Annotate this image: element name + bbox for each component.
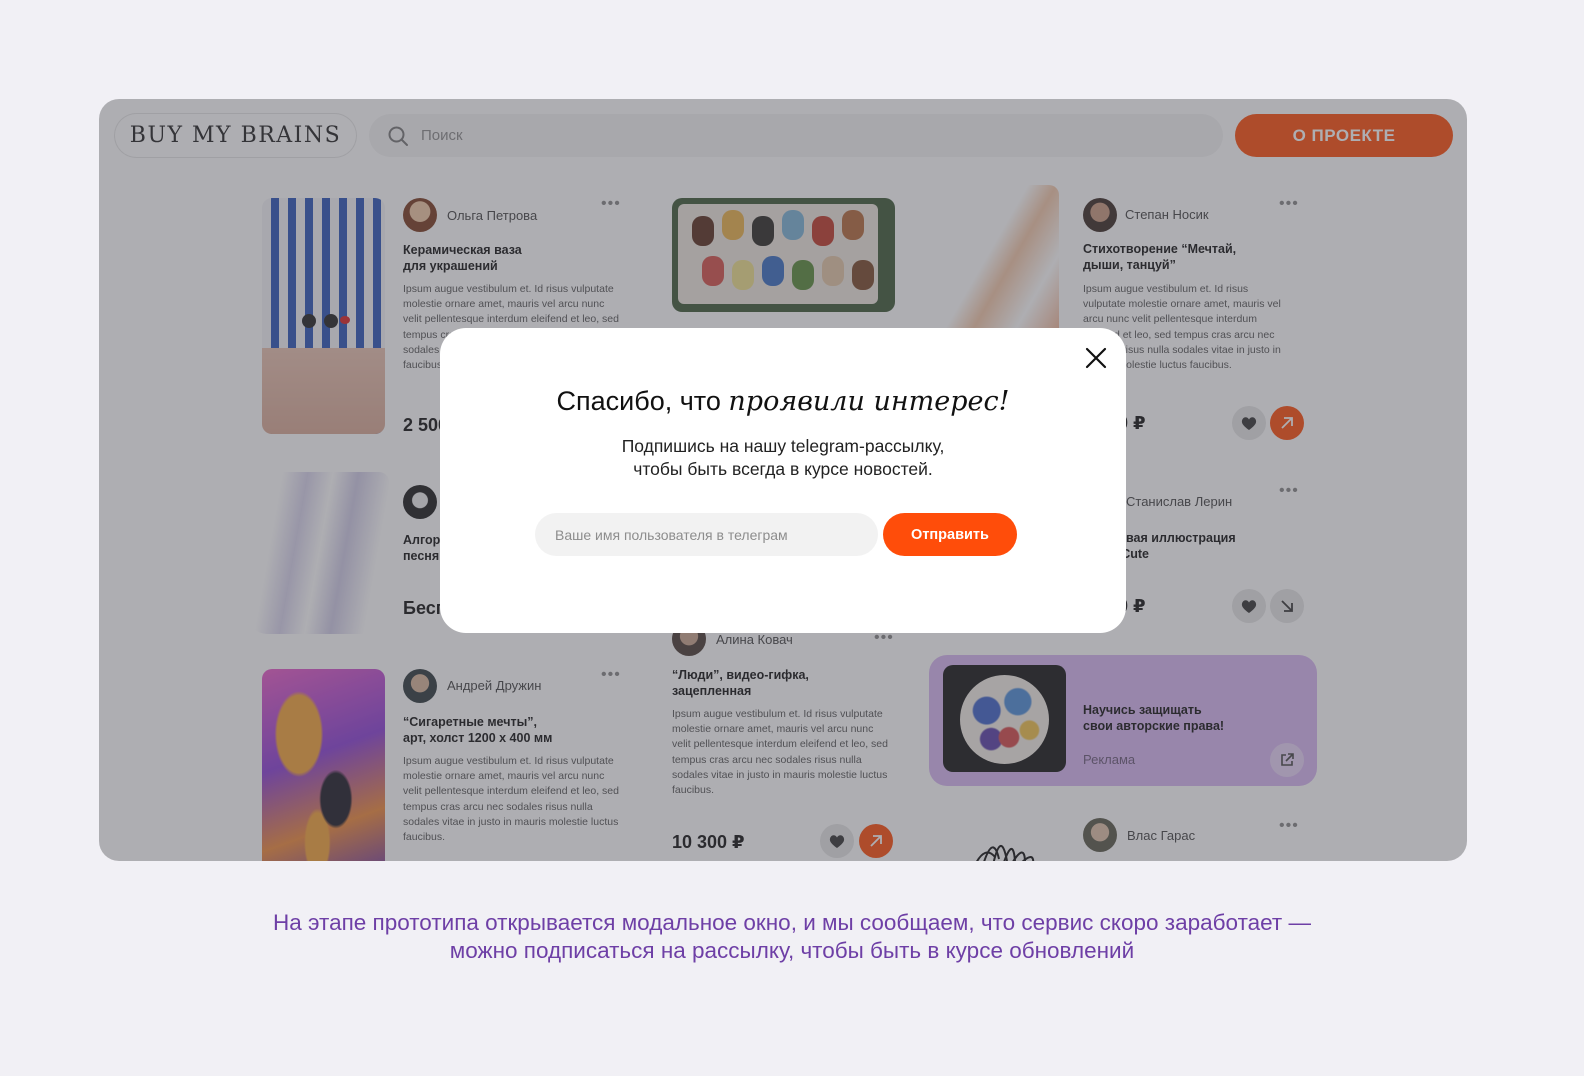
submit-button[interactable]: Отправить xyxy=(883,513,1017,556)
close-icon[interactable] xyxy=(1083,345,1109,371)
app-window: BUY MY BRAINS Поиск О ПРОЕКТЕ Ольга Петр… xyxy=(99,99,1467,861)
modal-subtitle: Подпишись на нашу telegram-рассылку, что… xyxy=(621,436,945,479)
modal-title-italic: проявили интерес! xyxy=(728,386,1010,417)
modal-title: Спасибо, что проявили интерес! xyxy=(440,386,1126,417)
modal-title-regular: Спасибо, что xyxy=(556,386,729,416)
subscribe-modal: Спасибо, что проявили интерес! Подпишись… xyxy=(440,328,1126,633)
caption: На этапе прототипа открывается модальное… xyxy=(273,910,1311,963)
telegram-username-input[interactable] xyxy=(535,513,878,556)
